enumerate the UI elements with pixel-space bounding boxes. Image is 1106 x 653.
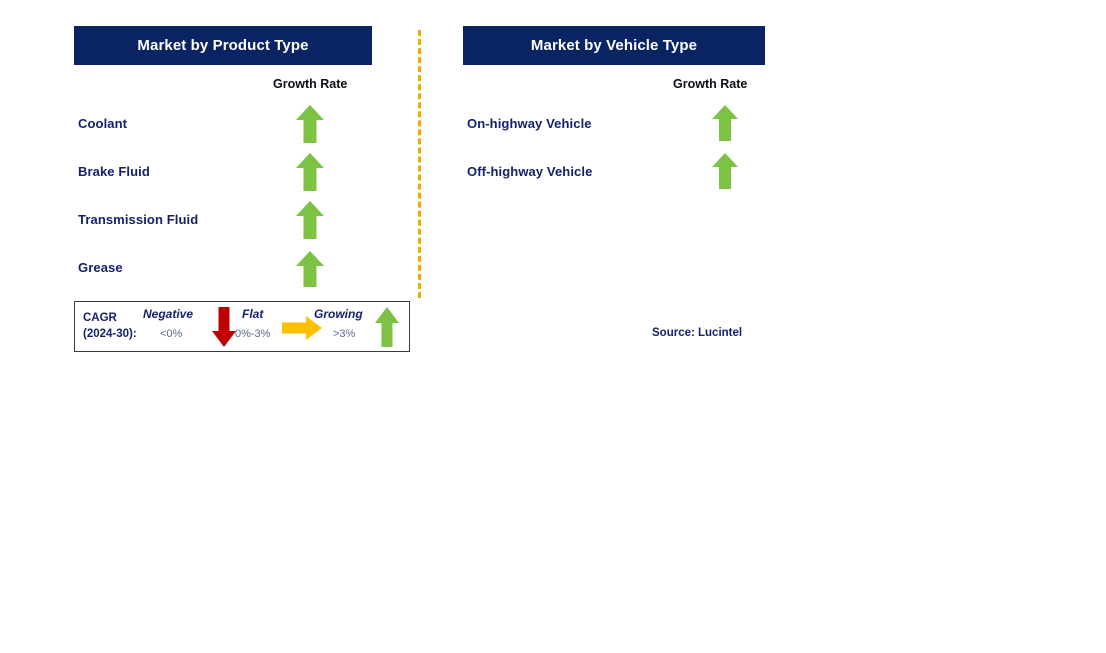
segment-label-off-highway-vehicle: Off-highway Vehicle: [467, 164, 593, 179]
legend-cagr-line2: (2024-30):: [83, 328, 137, 340]
arrow-up-icon: [296, 153, 324, 191]
legend-title-negative: Negative: [143, 307, 194, 321]
panel-header-vehicle-type: Market by Vehicle Type: [463, 26, 765, 65]
growth-rate-label-product-type: Growth Rate: [273, 77, 348, 91]
panel-title-vehicle-type: Market by Vehicle Type: [530, 37, 698, 54]
arrow-up-icon: [712, 153, 738, 189]
source-note: Source: Lucintel: [652, 327, 743, 339]
legend-cagr-label: CAGR (2024-30):: [83, 310, 137, 342]
legend-range-growing: >3%: [333, 328, 356, 340]
vertical-dashed-divider: [418, 30, 421, 298]
legend-range-flat: 0%-3%: [235, 328, 271, 340]
arrow-down-icon: [212, 307, 236, 352]
legend-title-growing: Growing: [314, 307, 363, 321]
segment-label-on-highway-vehicle: On-highway Vehicle: [467, 116, 592, 131]
cagr-legend: CAGR (2024-30): Negative <0% Flat 0%-3% …: [74, 301, 410, 352]
arrow-up-icon: [296, 251, 324, 287]
segment-label-brake-fluid: Brake Fluid: [78, 164, 150, 179]
arrow-up-icon: [296, 201, 324, 239]
growth-rate-label-vehicle-type: Growth Rate: [673, 77, 748, 91]
arrow-up-icon: [375, 307, 399, 352]
panel-title-product-type: Market by Product Type: [137, 37, 309, 54]
legend-range-negative: <0%: [160, 328, 183, 340]
segment-label-transmission-fluid: Transmission Fluid: [78, 212, 199, 227]
arrow-up-icon: [712, 105, 738, 141]
panel-header-product-type: Market by Product Type: [74, 26, 372, 65]
segment-label-coolant: Coolant: [78, 116, 128, 131]
segment-label-grease: Grease: [78, 260, 123, 275]
arrow-up-icon: [296, 105, 324, 143]
legend-title-flat: Flat: [242, 307, 264, 321]
legend-cagr-line1: CAGR: [83, 312, 117, 324]
